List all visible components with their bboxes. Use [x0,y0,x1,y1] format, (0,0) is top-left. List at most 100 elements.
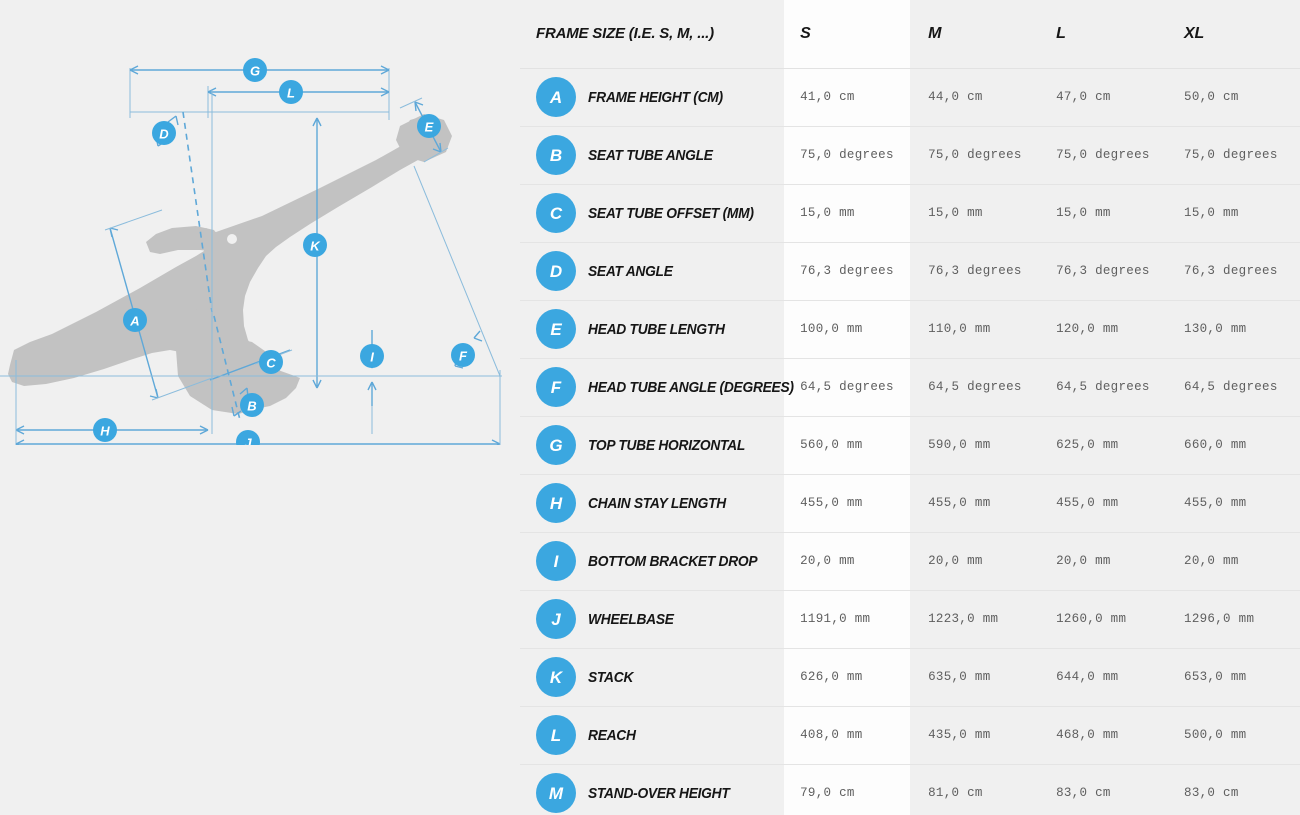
value-cell-s: 1191,0 mm [788,589,917,648]
table-row: E HEAD TUBE LENGTH 100,0 mm 110,0 mm 120,0 m… [520,299,1300,358]
diagram-marker-g-icon: G [243,58,267,82]
value-cell-l: 625,0 mm [1044,415,1173,474]
row-marker-d-icon: D [536,251,576,291]
header-size-s: S [788,0,917,69]
value-cell-m: 1223,0 mm [916,589,1045,648]
header-frame-size-label: FRAME SIZE (I.E. S, M, ...) [520,0,789,69]
frame-diagram-panel: A B C D E F G H I J K L [0,0,520,815]
row-label-text: SEAT TUBE OFFSET (MM) [588,204,754,222]
row-label-cell: B SEAT TUBE ANGLE [520,125,789,184]
row-label-text: CHAIN STAY LENGTH [588,494,726,512]
value-cell-s: 560,0 mm [788,415,917,474]
row-marker-l-icon: L [536,715,576,755]
value-cell-xl: 130,0 mm [1172,299,1300,358]
diagram-marker-letter: K [310,239,321,254]
frame-geometry-table: FRAME SIZE (I.E. S, M, ...) S M L XL A FR… [520,0,1300,815]
table-row: L REACH 408,0 mm 435,0 mm 468,0 mm 500,0 mm [520,705,1300,764]
diagram-marker-letter: E [425,120,434,135]
row-label-cell: M STAND-OVER HEIGHT [520,763,789,815]
value-cell-l: 120,0 mm [1044,299,1173,358]
value-cell-xl: 83,0 cm [1172,763,1300,815]
row-marker-k-icon: K [536,657,576,697]
header-size-m: M [916,0,1045,69]
row-marker-c-icon: C [536,193,576,233]
value-cell-l: 47,0 cm [1056,90,1111,104]
value-cell-l: 64,5 degrees [1044,357,1173,416]
row-label-inner: C SEAT TUBE OFFSET (MM) [536,193,788,233]
table-row: M STAND-OVER HEIGHT 79,0 cm 81,0 cm 83,0 cm 8… [520,763,1300,815]
diagram-marker-l-icon: L [279,80,303,104]
row-label-inner: M STAND-OVER HEIGHT [536,773,788,814]
row-label-inner: B SEAT TUBE ANGLE [536,135,788,175]
diagram-marker-i-icon: I [360,344,384,368]
value-cell-xl: 75,0 degrees [1172,125,1300,184]
diagram-marker-k-icon: K [303,233,327,257]
value-cell-s: 20,0 mm [788,531,917,590]
bicycle-frame-geometry-diagram: A B C D E F G H I J K L [0,58,502,446]
header-row: FRAME SIZE (I.E. S, M, ...) S M L XL [520,0,1300,69]
table-row: A FRAME HEIGHT (CM) 41,0 cm 44,0 cm 47,0 cm 5… [520,68,1300,126]
table-row: G TOP TUBE HORIZONTAL 560,0 mm 590,0 mm 625,… [520,415,1300,474]
row-label-cell: G TOP TUBE HORIZONTAL [520,415,789,474]
value-cell-xl: 15,0 mm [1172,183,1300,242]
value-cell-xl: 653,0 mm [1172,647,1300,706]
value-cell-l: 83,0 cm [1044,763,1173,815]
row-marker-h-icon: H [536,483,576,523]
row-marker-f-icon: F [536,367,576,407]
row-label-inner: K STACK [536,657,788,697]
value-cell-s: 408,0 mm [788,705,917,764]
value-cell-xl: 455,0 mm [1172,473,1300,532]
frame-silhouette-shape [8,114,452,414]
value-cell-l: 75,0 degrees [1044,125,1173,184]
value-cell-l: 455,0 mm [1044,473,1173,532]
value-cell-xl: 76,3 degrees [1172,241,1300,300]
header-size-l: L [1044,0,1173,69]
value-cell-s: 15,0 mm [788,183,917,242]
value-cell-l: 15,0 mm [1044,183,1173,242]
row-label-cell: L REACH [520,705,789,764]
table-row: I BOTTOM BRACKET DROP 20,0 mm 20,0 mm 20,0 m… [520,531,1300,590]
row-label-cell: D SEAT ANGLE [520,241,789,300]
value-cell-xl: 50,0 cm [1184,90,1239,104]
row-label-text: STAND-OVER HEIGHT [588,784,730,802]
diagram-marker-letter: G [250,64,260,79]
row-marker-m-icon: M [536,773,576,814]
value-cell-xl: 64,5 degrees [1172,357,1300,416]
row-label-text: SEAT TUBE ANGLE [588,146,713,164]
table-row: D SEAT ANGLE 76,3 degrees 76,3 degrees 76,3 … [520,241,1300,300]
row-label-cell: I BOTTOM BRACKET DROP [520,531,789,590]
diagram-marker-letter: A [129,314,139,329]
diagram-marker-h-icon: H [93,418,117,442]
value-cell-m: 110,0 mm [916,299,1045,358]
row-label-text: REACH [588,726,636,744]
row-marker-e-icon: E [536,309,576,349]
value-cell-m: 15,0 mm [916,183,1045,242]
row-label-text: FRAME HEIGHT (CM) [588,88,723,106]
table-row: B SEAT TUBE ANGLE 75,0 degrees 75,0 degrees… [520,125,1300,184]
value-cell-l: 1260,0 mm [1044,589,1173,648]
row-marker-g-icon: G [536,425,576,465]
row-marker-a-icon: A [536,77,576,117]
row-label-cell: A FRAME HEIGHT (CM) [520,68,788,126]
diagram-marker-letter: J [244,436,252,446]
row-label-cell: F HEAD TUBE ANGLE (DEGREES) [520,357,794,416]
value-cell-l: 76,3 degrees [1044,241,1173,300]
value-cell-m: 76,3 degrees [916,241,1045,300]
value-cell-m: 75,0 degrees [916,125,1045,184]
value-cell-xl: 20,0 mm [1172,531,1300,590]
row-marker-j-icon: J [536,599,576,639]
value-cell-m: 20,0 mm [916,531,1045,590]
table-row: J WHEELBASE 1191,0 mm 1223,0 mm 1260,0 mm 129… [520,589,1300,648]
row-label-inner: F HEAD TUBE ANGLE (DEGREES) [536,367,794,407]
value-cell-s: 64,5 degrees [788,357,917,416]
diagram-marker-letter: D [159,127,169,142]
table-row: H CHAIN STAY LENGTH 455,0 mm 455,0 mm 455,0 … [520,473,1300,532]
row-label-cell: J WHEELBASE [520,589,789,648]
diagram-marker-d-icon: D [152,121,176,145]
geometry-page: ABCDEFGHIJKL FRAME SIZE (I.E. S, M, ...)… [0,0,1300,815]
row-label-text: HEAD TUBE ANGLE (DEGREES) [588,378,794,396]
value-cell-l: 644,0 mm [1044,647,1173,706]
diagram-marker-letter: C [266,356,276,371]
row-label-text: SEAT ANGLE [588,262,673,280]
diagram-marker-letter: I [370,350,374,365]
